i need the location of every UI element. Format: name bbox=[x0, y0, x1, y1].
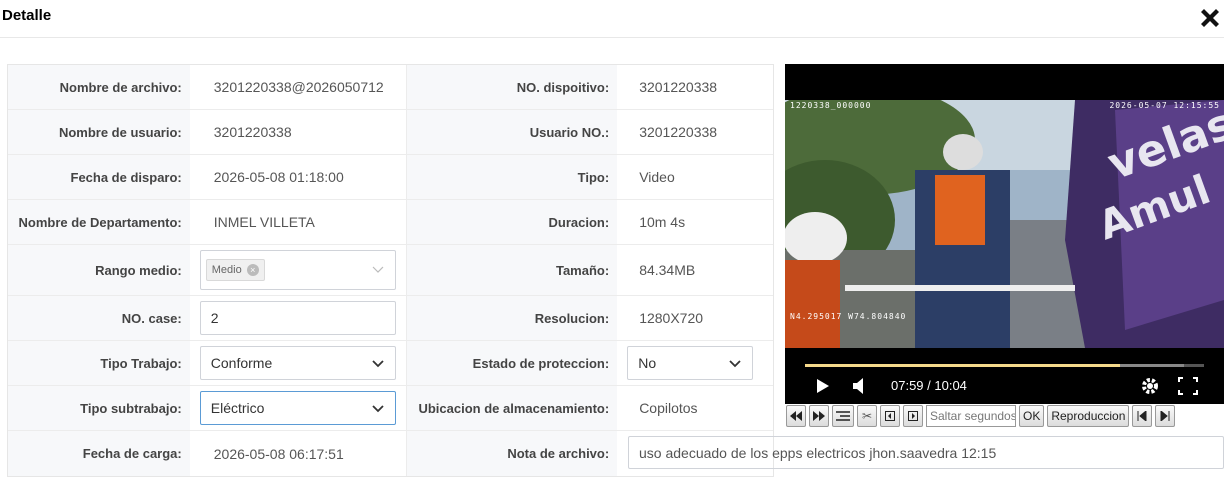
field-label: Tipo: bbox=[406, 155, 618, 199]
skip-start-icon bbox=[1137, 411, 1147, 421]
prev-frame-button[interactable] bbox=[880, 405, 900, 427]
list-icon bbox=[836, 411, 850, 421]
detail-table: Nombre de archivo: 3201220338@2026050712… bbox=[7, 64, 774, 477]
protection-state-selected: No bbox=[638, 355, 657, 371]
field-label: Nombre de usuario: bbox=[8, 110, 190, 154]
osd-datetime: 2026-05-07 12:15:55 bbox=[1109, 101, 1220, 110]
field-label: Tipo Trabajo: bbox=[8, 341, 190, 385]
work-type-selected: Conforme bbox=[210, 355, 273, 371]
field-label: Duracion: bbox=[406, 200, 618, 244]
rewind-button[interactable] bbox=[786, 405, 806, 427]
fast-forward-icon bbox=[813, 411, 825, 421]
play-icon[interactable] bbox=[815, 374, 831, 398]
seek-seconds-input[interactable]: Saltar segundos bbox=[926, 405, 1016, 427]
chevron-down-icon bbox=[372, 360, 384, 368]
tag-label: Medio bbox=[211, 264, 242, 276]
type-value: Video bbox=[639, 169, 675, 185]
upload-date-value: 2026-05-08 06:17:51 bbox=[213, 445, 344, 462]
case-number-text: 2 bbox=[210, 310, 219, 326]
field-label: Nota de archivo: bbox=[406, 431, 618, 476]
detail-row: Nombre de Departamento: INMEL VILLETA Du… bbox=[8, 200, 773, 245]
detail-row: Rango medio: Medio × Tamaño: 84.34MB bbox=[8, 245, 773, 296]
time-display: 07:59 / 10:04 bbox=[891, 378, 967, 393]
trigger-date-value: 2026-05-08 01:18:00 bbox=[213, 169, 344, 185]
user-number-value: 3201220338 bbox=[639, 124, 718, 140]
frame-forward-icon bbox=[908, 411, 918, 421]
seek-seconds-placeholder: Saltar segundos bbox=[930, 409, 1016, 423]
size-value: 84.34MB bbox=[639, 262, 696, 278]
settings-gear-icon[interactable] bbox=[1140, 374, 1160, 398]
osd-device-id: 1220338_000000 bbox=[790, 101, 872, 110]
filename-value: 3201220338@2026050712 bbox=[213, 79, 384, 95]
scissors-icon: ✂ bbox=[861, 409, 873, 423]
detail-row: Fecha de disparo: 2026-05-08 01:18:00 Ti… bbox=[8, 155, 773, 200]
detail-row: Nombre de usuario: 3201220338 Usuario NO… bbox=[8, 110, 773, 155]
skip-start-button[interactable] bbox=[1132, 405, 1153, 427]
work-subtype-select[interactable]: Eléctrico bbox=[199, 391, 396, 425]
playback-toolbar: ✂ Saltar segundos OK Reproduccion bbox=[786, 404, 1224, 428]
protection-state-select[interactable]: No bbox=[627, 346, 754, 380]
close-icon[interactable] bbox=[1198, 6, 1222, 30]
storage-location-value: Copilotos bbox=[639, 400, 698, 416]
ok-button[interactable]: OK bbox=[1019, 405, 1045, 427]
field-label: Resolucion: bbox=[406, 296, 618, 340]
chevron-down-icon bbox=[372, 266, 384, 273]
duration-value: 10m 4s bbox=[639, 214, 686, 230]
remove-tag-icon[interactable]: × bbox=[246, 264, 259, 276]
progress-bar[interactable] bbox=[805, 364, 1204, 367]
skip-end-icon bbox=[1160, 411, 1170, 421]
frame-back-icon bbox=[885, 411, 895, 421]
chevron-down-icon bbox=[372, 405, 384, 413]
field-label: Fecha de disparo: bbox=[8, 155, 190, 199]
rewind-icon bbox=[790, 411, 802, 421]
dialog-header: Detalle bbox=[0, 0, 1224, 38]
field-label: Nombre de Departamento: bbox=[8, 200, 190, 244]
field-label: Nombre de archivo: bbox=[8, 65, 190, 109]
username-value: 3201220338 bbox=[213, 124, 292, 140]
detail-row: Nombre de archivo: 3201220338@2026050712… bbox=[8, 65, 773, 110]
chevron-down-icon bbox=[729, 360, 741, 368]
fullscreen-icon[interactable] bbox=[1177, 374, 1199, 398]
field-label: NO. dispoitivo: bbox=[406, 65, 618, 109]
progress-fill bbox=[805, 364, 1121, 367]
detail-row: NO. case: 2 Resolucion: 1280X720 bbox=[8, 296, 773, 341]
volume-icon[interactable] bbox=[851, 374, 867, 398]
field-label: NO. case: bbox=[8, 296, 190, 340]
fast-forward-button[interactable] bbox=[809, 405, 829, 427]
detail-row: Tipo Trabajo: Conforme Estado de protecc… bbox=[8, 341, 773, 386]
field-label: Rango medio: bbox=[8, 245, 190, 295]
file-note-text: uso adecuado de los epps electricos jhon… bbox=[639, 444, 997, 461]
selected-tag: Medio × bbox=[205, 259, 265, 281]
work-type-select[interactable]: Conforme bbox=[199, 346, 396, 380]
video-player[interactable]: velas Amul 1220338_000000 2026-05-07 12:… bbox=[785, 64, 1224, 404]
field-label: Ubicacion de almacenamiento: bbox=[406, 386, 618, 430]
medium-range-select[interactable]: Medio × bbox=[199, 250, 396, 290]
list-button[interactable] bbox=[832, 405, 854, 427]
playback-button[interactable]: Reproduccion bbox=[1047, 405, 1130, 427]
next-frame-button[interactable] bbox=[903, 405, 923, 427]
detail-row: Tipo subtrabajo: Eléctrico Ubicacion de … bbox=[8, 386, 773, 431]
field-label: Usuario NO.: bbox=[406, 110, 618, 154]
dialog-title: Detalle bbox=[2, 7, 52, 24]
file-note-input[interactable]: uso adecuado de los epps electricos jhon… bbox=[628, 436, 1224, 469]
case-number-input[interactable]: 2 bbox=[199, 301, 396, 335]
field-label: Estado de proteccion: bbox=[406, 341, 618, 385]
work-subtype-selected: Eléctrico bbox=[210, 400, 265, 416]
clip-button[interactable]: ✂ bbox=[857, 405, 877, 427]
osd-gps: N4.295017 W74.804840 bbox=[790, 312, 907, 321]
skip-end-button[interactable] bbox=[1155, 405, 1176, 427]
department-value: INMEL VILLETA bbox=[213, 214, 315, 230]
field-label: Tamaño: bbox=[406, 245, 618, 295]
field-label: Tipo subtrabajo: bbox=[8, 386, 190, 430]
field-label: Fecha de carga: bbox=[8, 431, 190, 476]
video-frame: velas Amul bbox=[785, 100, 1224, 348]
resolution-value: 1280X720 bbox=[639, 310, 704, 326]
device-number-value: 3201220338 bbox=[639, 79, 718, 95]
